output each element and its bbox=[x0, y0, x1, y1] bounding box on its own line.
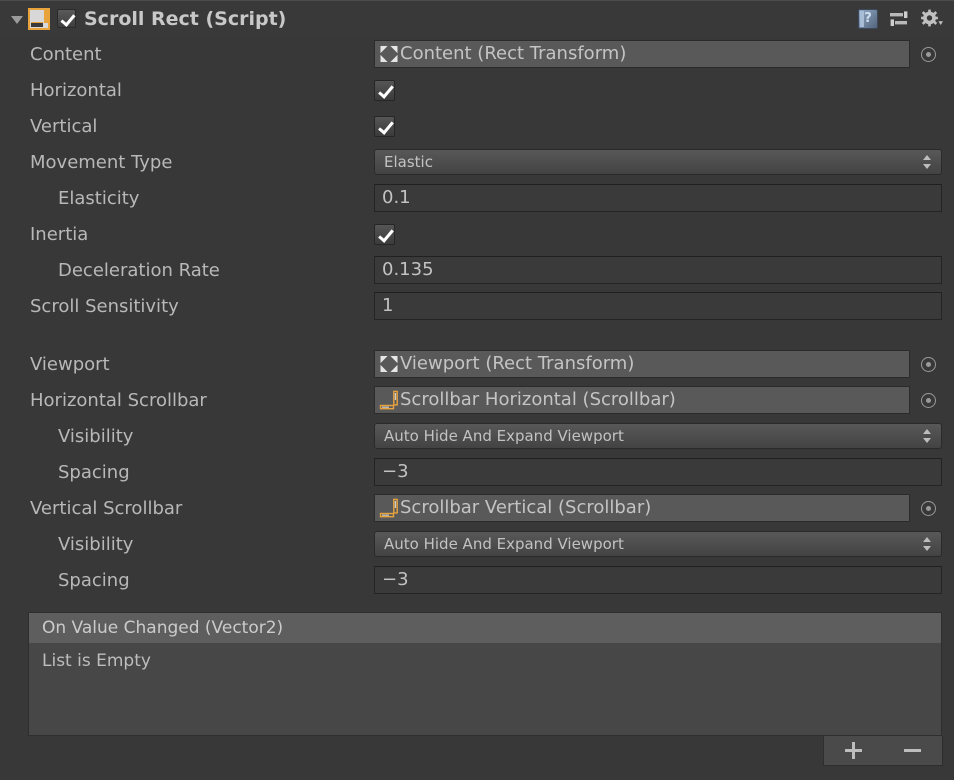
number-input-scroll-sensitivity[interactable]: 1 bbox=[374, 292, 942, 320]
gear-icon[interactable] bbox=[920, 9, 944, 29]
field-vertical-scrollbar: Scrollbar Vertical (Scrollbar) bbox=[374, 494, 942, 522]
object-field-horizontal-scrollbar-label: Scrollbar Horizontal (Scrollbar) bbox=[400, 389, 676, 410]
scrollbar-icon bbox=[379, 498, 398, 518]
scroll-rect-script-icon bbox=[28, 7, 50, 30]
field-inertia bbox=[374, 223, 942, 245]
dropdown-vertical-visibility[interactable]: Auto Hide And Expand Viewport bbox=[374, 531, 942, 557]
scrollbar-icon bbox=[379, 390, 398, 410]
checkbox-inertia[interactable] bbox=[374, 223, 395, 245]
dropdown-vertical-visibility-value: Auto Hide And Expand Viewport bbox=[384, 534, 624, 553]
rect-transform-icon bbox=[380, 46, 398, 62]
event-list-title: On Value Changed (Vector2) bbox=[42, 618, 284, 638]
field-elasticity: 0.1 bbox=[374, 184, 942, 212]
object-field-vertical-scrollbar[interactable]: Scrollbar Vertical (Scrollbar) bbox=[374, 494, 910, 522]
event-list-header[interactable]: On Value Changed (Vector2) bbox=[29, 613, 941, 643]
field-horizontal-visibility: Auto Hide And Expand Viewport bbox=[374, 423, 942, 449]
property-row-inertia: Inertia bbox=[0, 216, 954, 252]
property-row-scroll-sensitivity: Scroll Sensitivity 1 bbox=[0, 288, 954, 324]
property-row-movement-type: Movement Type Elastic bbox=[0, 144, 954, 180]
object-picker-button-content[interactable] bbox=[914, 40, 942, 68]
object-field-horizontal-scrollbar[interactable]: Scrollbar Horizontal (Scrollbar) bbox=[374, 386, 910, 414]
number-input-horizontal-spacing[interactable]: −3 bbox=[374, 458, 942, 486]
field-vertical bbox=[374, 115, 942, 137]
label-horizontal-scrollbar: Horizontal Scrollbar bbox=[30, 389, 207, 411]
label-vertical-spacing: Spacing bbox=[58, 569, 130, 591]
property-row-horizontal-scrollbar: Horizontal Scrollbar Scrollbar Horizonta… bbox=[0, 382, 954, 418]
label-scroll-sensitivity: Scroll Sensitivity bbox=[30, 295, 179, 317]
event-list-body[interactable]: List is Empty bbox=[29, 643, 941, 735]
label-viewport: Viewport bbox=[30, 353, 110, 375]
object-picker-button-viewport[interactable] bbox=[914, 350, 942, 378]
event-list-footer-buttons bbox=[823, 736, 943, 766]
field-content: Content (Rect Transform) bbox=[374, 40, 942, 68]
property-row-deceleration-rate: Deceleration Rate 0.135 bbox=[0, 252, 954, 288]
label-movement-type: Movement Type bbox=[30, 151, 173, 173]
field-horizontal-spacing: −3 bbox=[374, 458, 942, 486]
checkbox-horizontal[interactable] bbox=[374, 79, 395, 101]
label-content: Content bbox=[30, 43, 102, 65]
event-list-box: On Value Changed (Vector2) List is Empty bbox=[28, 612, 942, 736]
label-horizontal-visibility: Visibility bbox=[58, 425, 134, 447]
label-deceleration-rate: Deceleration Rate bbox=[58, 259, 220, 281]
dropdown-movement-type-value: Elastic bbox=[384, 152, 433, 171]
field-horizontal-scrollbar: Scrollbar Horizontal (Scrollbar) bbox=[374, 386, 942, 414]
dropdown-horizontal-visibility[interactable]: Auto Hide And Expand Viewport bbox=[374, 423, 942, 449]
label-vertical-visibility: Visibility bbox=[58, 533, 134, 555]
preset-icon[interactable] bbox=[888, 9, 910, 29]
label-horizontal-spacing: Spacing bbox=[58, 461, 130, 483]
component-enabled-checkbox[interactable] bbox=[57, 9, 76, 28]
dropdown-horizontal-visibility-value: Auto Hide And Expand Viewport bbox=[384, 426, 624, 445]
chevron-updown-icon bbox=[922, 428, 932, 444]
number-input-elasticity[interactable]: 0.1 bbox=[374, 184, 942, 212]
object-picker-button-vertical-scrollbar[interactable] bbox=[914, 494, 942, 522]
event-list-empty-text: List is Empty bbox=[42, 651, 151, 671]
rect-transform-icon bbox=[380, 356, 398, 372]
event-list-footer bbox=[28, 736, 943, 766]
property-row-vertical-spacing: Spacing −3 bbox=[0, 562, 954, 598]
property-row-vertical: Vertical bbox=[0, 108, 954, 144]
object-field-content[interactable]: Content (Rect Transform) bbox=[374, 40, 910, 68]
property-row-horizontal-spacing: Spacing −3 bbox=[0, 454, 954, 490]
remove-event-button[interactable] bbox=[896, 739, 930, 763]
number-input-vertical-spacing[interactable]: −3 bbox=[374, 566, 942, 594]
property-row-content: Content Content (Rect Transform) bbox=[0, 36, 954, 72]
label-vertical-scrollbar: Vertical Scrollbar bbox=[30, 497, 183, 519]
object-field-content-label: Content (Rect Transform) bbox=[400, 43, 627, 64]
chevron-updown-icon bbox=[922, 536, 932, 552]
object-field-viewport-label: Viewport (Rect Transform) bbox=[400, 353, 635, 374]
object-field-viewport[interactable]: Viewport (Rect Transform) bbox=[374, 350, 910, 378]
field-horizontal bbox=[374, 79, 942, 101]
label-vertical: Vertical bbox=[30, 115, 98, 137]
property-rows: Content Content (Rect Transform) Horizon… bbox=[0, 36, 954, 598]
label-inertia: Inertia bbox=[30, 223, 89, 245]
component-header[interactable]: Scroll Rect (Script) ? bbox=[0, 0, 954, 36]
object-field-vertical-scrollbar-label: Scrollbar Vertical (Scrollbar) bbox=[400, 497, 652, 518]
add-event-button[interactable] bbox=[837, 739, 871, 763]
field-deceleration-rate: 0.135 bbox=[374, 256, 942, 284]
property-row-horizontal: Horizontal bbox=[0, 72, 954, 108]
field-scroll-sensitivity: 1 bbox=[374, 292, 942, 320]
foldout-arrow-icon[interactable] bbox=[8, 10, 26, 28]
on-value-changed-section: On Value Changed (Vector2) List is Empty bbox=[28, 612, 943, 766]
property-row-horizontal-visibility: Visibility Auto Hide And Expand Viewport bbox=[0, 418, 954, 454]
checkbox-vertical[interactable] bbox=[374, 115, 395, 137]
header-icon-group: ? bbox=[858, 8, 948, 29]
object-picker-button-horizontal-scrollbar[interactable] bbox=[914, 386, 942, 414]
label-horizontal: Horizontal bbox=[30, 79, 122, 101]
property-row-vertical-visibility: Visibility Auto Hide And Expand Viewport bbox=[0, 526, 954, 562]
chevron-updown-icon bbox=[922, 154, 932, 170]
field-vertical-spacing: −3 bbox=[374, 566, 942, 594]
label-elasticity: Elasticity bbox=[58, 187, 140, 209]
component-title: Scroll Rect (Script) bbox=[84, 7, 287, 30]
number-input-deceleration-rate[interactable]: 0.135 bbox=[374, 256, 942, 284]
dropdown-movement-type[interactable]: Elastic bbox=[374, 149, 942, 175]
property-row-vertical-scrollbar: Vertical Scrollbar Scrollbar Vertical (S… bbox=[0, 490, 954, 526]
help-icon[interactable]: ? bbox=[858, 8, 878, 29]
property-row-viewport: Viewport Viewport (Rect Transform) bbox=[0, 346, 954, 382]
property-row-elasticity: Elasticity 0.1 bbox=[0, 180, 954, 216]
field-vertical-visibility: Auto Hide And Expand Viewport bbox=[374, 531, 942, 557]
field-viewport: Viewport (Rect Transform) bbox=[374, 350, 942, 378]
field-movement-type: Elastic bbox=[374, 149, 942, 175]
